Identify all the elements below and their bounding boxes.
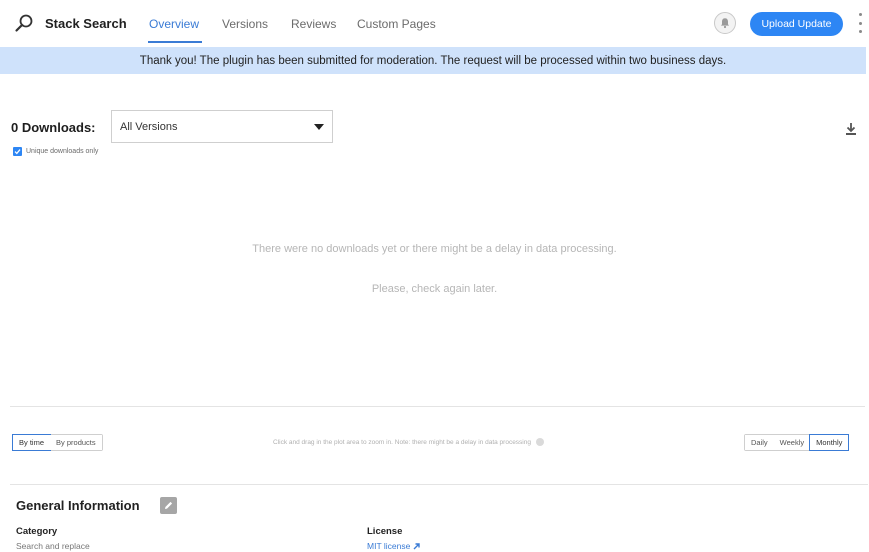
moderation-banner: Thank you! The plugin has been submitted… bbox=[0, 47, 866, 74]
tab-versions[interactable]: Versions bbox=[222, 17, 268, 31]
zoom-hint-text: Click and drag in the plot area to zoom … bbox=[273, 438, 531, 446]
magnifier-icon bbox=[14, 13, 34, 33]
bell-icon[interactable] bbox=[714, 12, 736, 34]
weekly-button[interactable]: Weekly bbox=[773, 435, 811, 450]
category-label: Category bbox=[16, 526, 58, 537]
edit-icon[interactable] bbox=[160, 497, 177, 514]
tab-reviews[interactable]: Reviews bbox=[291, 17, 336, 31]
unique-downloads-option[interactable]: Unique downloads only bbox=[13, 147, 98, 156]
chevron-down-icon bbox=[314, 124, 324, 130]
chart-baseline-divider bbox=[10, 406, 865, 407]
group-by-toggle: By time By products bbox=[12, 434, 103, 451]
tab-overview[interactable]: Overview bbox=[149, 17, 199, 31]
empty-state-message: There were no downloads yet or there mig… bbox=[252, 243, 617, 255]
plugin-title: Stack Search bbox=[45, 16, 127, 31]
version-select[interactable]: All Versions bbox=[111, 110, 333, 143]
info-icon[interactable] bbox=[535, 438, 544, 446]
zoom-hint: Click and drag in the plot area to zoom … bbox=[273, 438, 544, 446]
tab-custom-pages[interactable]: Custom Pages bbox=[357, 17, 436, 31]
kebab-menu-icon[interactable] bbox=[857, 13, 863, 33]
downloads-count-title: 0 Downloads: bbox=[11, 120, 96, 135]
license-label: License bbox=[367, 526, 403, 537]
external-link-icon bbox=[413, 542, 421, 549]
license-link[interactable]: MIT license bbox=[367, 541, 421, 551]
category-value: Search and replace bbox=[16, 541, 90, 551]
banner-message: Thank you! The plugin has been submitted… bbox=[139, 54, 727, 67]
empty-state-subtext: Please, check again later. bbox=[371, 283, 498, 295]
period-toggle: Daily Weekly Monthly bbox=[744, 434, 850, 451]
by-time-button[interactable]: By time bbox=[12, 434, 52, 451]
daily-button[interactable]: Daily bbox=[745, 435, 774, 450]
license-value: MIT license bbox=[367, 541, 411, 551]
active-tab-indicator bbox=[148, 41, 202, 43]
download-icon[interactable] bbox=[845, 122, 857, 136]
by-products-button[interactable]: By products bbox=[50, 435, 102, 450]
general-information-title: General Information bbox=[16, 498, 140, 513]
section-divider bbox=[10, 484, 868, 485]
monthly-button[interactable]: Monthly bbox=[809, 434, 850, 451]
unique-downloads-label: Unique downloads only bbox=[26, 148, 99, 155]
top-header: Stack Search Overview Versions Reviews C… bbox=[0, 0, 869, 46]
upload-update-button[interactable]: Upload Update bbox=[750, 12, 843, 36]
version-select-value: All Versions bbox=[120, 120, 178, 133]
unique-downloads-checkbox[interactable] bbox=[13, 147, 22, 156]
